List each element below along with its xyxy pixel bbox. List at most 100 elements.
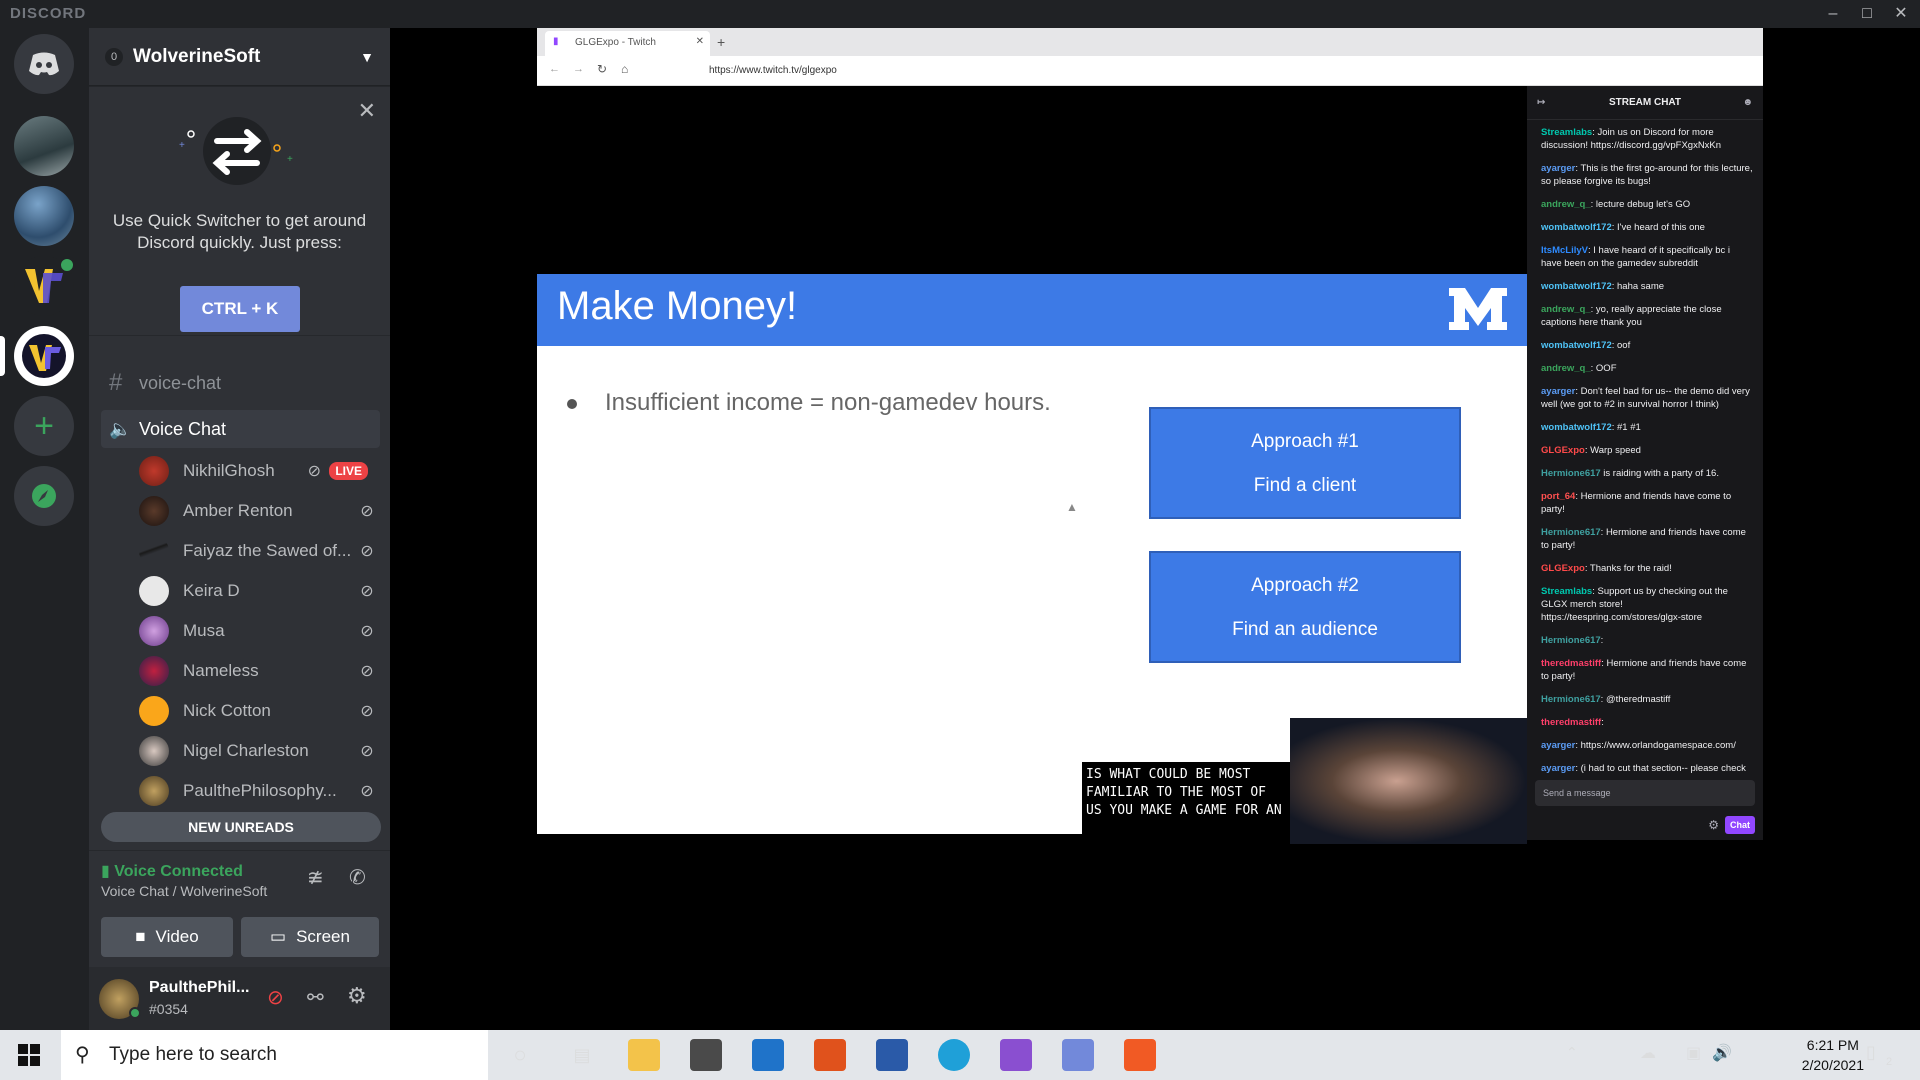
video-button[interactable]: ■ Video — [101, 917, 233, 957]
chat-username[interactable]: ayarger — [1541, 763, 1575, 774]
cloud-icon[interactable]: ☁ — [1640, 1043, 1656, 1063]
voice-connected-status[interactable]: ▮ Voice Connected — [101, 861, 243, 881]
explore-servers-icon[interactable] — [14, 466, 74, 526]
voice-user[interactable]: Nick Cotton ⊘ — [139, 692, 376, 730]
voice-user[interactable]: Keira D ⊘ — [139, 572, 376, 610]
chat-username[interactable]: Streamlabs — [1541, 586, 1592, 597]
channel-voice-chat[interactable]: 🔈 Voice Chat — [101, 410, 380, 448]
browser-tab[interactable]: ▮ GLGExpo - Twitch ✕ — [545, 31, 710, 56]
reload-icon[interactable]: ↻ — [597, 62, 607, 76]
edge-icon[interactable] — [938, 1039, 970, 1071]
chat-username[interactable]: andrew_q_ — [1541, 304, 1591, 315]
brave-icon[interactable] — [1124, 1039, 1156, 1071]
voice-user[interactable]: PaulthePhilosophy... ⊘ — [139, 772, 376, 810]
chat-username[interactable]: Hermione617 — [1541, 468, 1601, 479]
discord-taskbar-icon[interactable] — [1062, 1039, 1094, 1071]
chat-username[interactable]: ayarger — [1541, 740, 1575, 751]
chat-settings-icon[interactable]: ⚙ — [1708, 818, 1719, 832]
task-view-icon[interactable]: ▤ — [566, 1039, 598, 1071]
approach-2-subtitle: Find an audience — [1232, 619, 1378, 640]
shared-browser-window: ▮ GLGExpo - Twitch ✕ + ← → ↻ ⌂ https://w… — [537, 28, 1763, 844]
new-unreads-button[interactable]: NEW UNREADS — [101, 812, 381, 842]
voice-user[interactable]: Faiyaz the Sawed of... ⊘ — [139, 532, 376, 570]
server-icon[interactable] — [14, 116, 74, 176]
back-icon[interactable]: ← — [549, 63, 560, 75]
closed-caption: IS WHAT COULD BE MOST FAMILIAR TO THE MO… — [1082, 762, 1290, 842]
chat-username[interactable]: GLGExpo — [1541, 563, 1585, 574]
voice-user[interactable]: Nigel Charleston ⊘ — [139, 732, 376, 770]
close-window-icon[interactable]: ✕ — [1884, 2, 1918, 26]
office-icon[interactable] — [814, 1039, 846, 1071]
home-icon[interactable]: ⌂ — [621, 62, 628, 76]
chat-username[interactable]: wombatwolf172 — [1541, 222, 1612, 233]
users-icon[interactable]: ☻ — [1742, 86, 1753, 120]
chat-send-button[interactable]: Chat — [1725, 816, 1755, 834]
file-explorer-icon[interactable] — [628, 1039, 660, 1071]
chat-username[interactable]: andrew_q_ — [1541, 199, 1591, 210]
word-icon[interactable] — [876, 1039, 908, 1071]
minimize-icon[interactable]: – — [1816, 2, 1850, 26]
user-name: PaulthePhil... — [149, 979, 250, 996]
new-tab-icon[interactable]: + — [717, 34, 725, 50]
browser-address-bar: ← → ↻ ⌂ https://www.twitch.tv/glgexpo — [537, 56, 1763, 86]
chat-username[interactable]: ayarger — [1541, 163, 1575, 174]
chevron-down-icon[interactable]: ▼ — [360, 49, 374, 65]
close-tab-icon[interactable]: ✕ — [696, 36, 704, 47]
approach-2-box: Approach #2 Find an audience — [1149, 551, 1461, 663]
voice-user[interactable]: Nameless ⊘ — [139, 652, 376, 690]
chat-username[interactable]: ItsMcLilyV — [1541, 245, 1588, 256]
url-field[interactable]: https://www.twitch.tv/glgexpo — [709, 65, 837, 76]
chat-username[interactable]: wombatwolf172 — [1541, 422, 1612, 433]
search-icon: ⚲ — [75, 1044, 90, 1066]
channel-voice-chat-text[interactable]: # voice-chat — [101, 364, 380, 402]
chat-username[interactable]: GLGExpo — [1541, 445, 1585, 456]
chat-username[interactable]: wombatwolf172 — [1541, 340, 1612, 351]
voice-user[interactable]: Musa ⊘ — [139, 612, 376, 650]
mail-icon[interactable] — [752, 1039, 784, 1071]
tray-overflow-icon[interactable]: ⌃ — [1566, 1044, 1578, 1061]
guild-header[interactable]: 0 WolverineSoft ▼ — [89, 28, 390, 86]
store-icon[interactable] — [690, 1039, 722, 1071]
chat-username[interactable]: wombatwolf172 — [1541, 281, 1612, 292]
chat-username[interactable]: andrew_q_ — [1541, 363, 1591, 374]
chat-username[interactable]: theredmastiff — [1541, 717, 1601, 728]
approach-1-subtitle: Find a client — [1253, 475, 1357, 496]
stream-stage: ▮ GLGExpo - Twitch ✕ + ← → ↻ ⌂ https://w… — [390, 28, 1920, 1030]
settings-gear-icon[interactable]: ⚙ — [347, 983, 367, 1009]
volume-icon[interactable]: 🔊 — [1712, 1043, 1732, 1063]
chat-username[interactable]: ayarger — [1541, 386, 1575, 397]
noise-suppression-icon[interactable]: ≇ — [307, 865, 324, 890]
chat-username[interactable]: Hermione617 — [1541, 694, 1601, 705]
visual-studio-icon[interactable] — [1000, 1039, 1032, 1071]
taskbar-search[interactable]: ⚲ Type here to search — [61, 1030, 488, 1080]
chat-username[interactable]: theredmastiff — [1541, 658, 1601, 669]
server-icon[interactable] — [14, 186, 74, 246]
chat-username[interactable]: Streamlabs — [1541, 127, 1592, 138]
taskbar-clock[interactable]: 6:21 PM 2/20/2021 — [1802, 1035, 1864, 1075]
quick-switcher-shortcut-button[interactable]: CTRL + K — [180, 286, 300, 332]
battery-icon[interactable]: ▣ — [1686, 1043, 1701, 1063]
windows-start-icon[interactable] — [18, 1044, 40, 1066]
close-icon[interactable]: ✕ — [358, 98, 376, 124]
voice-user[interactable]: Amber Renton ⊘ — [139, 492, 376, 530]
discord-home-icon[interactable] — [14, 34, 74, 94]
voice-user[interactable]: NikhilGhosh ⊘ LIVE — [139, 452, 376, 490]
cortana-icon[interactable]: ○ — [504, 1039, 536, 1071]
maximize-icon[interactable]: □ — [1850, 2, 1884, 26]
collapse-chat-icon[interactable]: ↦ — [1537, 86, 1545, 120]
disconnect-icon[interactable]: ✆ — [349, 865, 366, 890]
forward-icon[interactable]: → — [573, 63, 584, 75]
screen-share-button[interactable]: ▭ Screen — [241, 917, 379, 957]
notifications-icon[interactable]: ▯ — [1866, 1042, 1876, 1063]
mic-muted-icon[interactable]: ⊘ — [267, 985, 284, 1010]
chat-username[interactable]: Hermione617 — [1541, 635, 1601, 646]
chat-text: : lecture debug let's GO — [1590, 199, 1691, 210]
chat-username[interactable]: Hermione617 — [1541, 527, 1601, 538]
chat-username[interactable]: port_64 — [1541, 491, 1575, 502]
headphones-icon[interactable]: ⚯ — [307, 985, 324, 1010]
add-server-icon[interactable]: + — [14, 396, 74, 456]
voice-location[interactable]: Voice Chat / WolverineSoft — [101, 883, 267, 899]
chat-input[interactable]: Send a message — [1535, 780, 1755, 806]
server-icon-wolverinesoft[interactable] — [14, 326, 74, 386]
approach-1-title: Approach #1 — [1251, 431, 1359, 452]
